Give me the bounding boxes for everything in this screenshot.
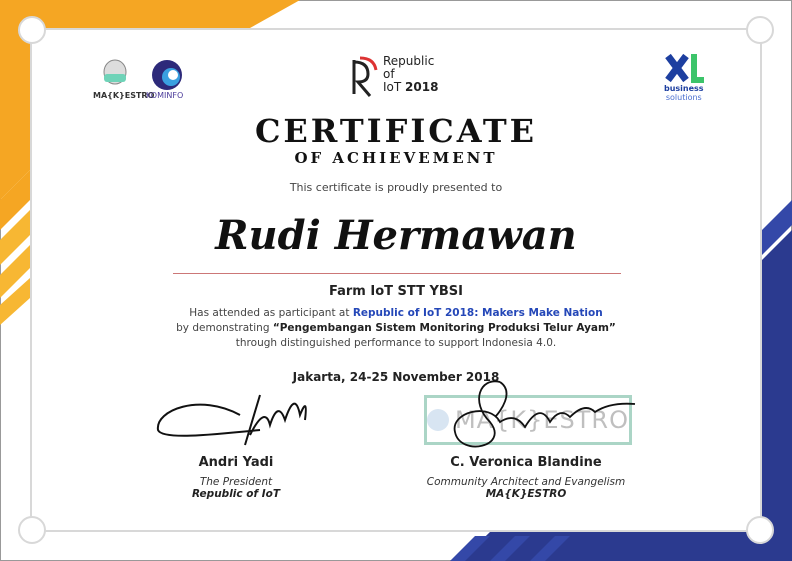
signature-veronica-blandine — [453, 380, 636, 448]
certificate-subtitle: OF ACHIEVEMENT — [294, 149, 498, 167]
corner-notch — [18, 516, 46, 544]
project-title: “Pengembangan Sistem Monitoring Produksi… — [272, 322, 616, 334]
logo-word: business — [664, 84, 704, 93]
description-text: Has attended as participant at — [189, 307, 353, 319]
republic-of-iot-logo-text: Republic of IoT 2018 — [383, 55, 438, 94]
logo-year: 2018 — [405, 80, 439, 94]
xl-logo-icon — [665, 53, 704, 83]
xl-logo-text: business solutions — [664, 84, 704, 102]
kominfo-logo-text: KOMINFO — [146, 91, 184, 100]
logo-word: IoT — [383, 80, 402, 94]
description-text: through distinguished performance to sup… — [235, 337, 557, 349]
signature-andri-yadi — [156, 394, 307, 446]
corner-notch — [18, 16, 46, 44]
republic-of-iot-logo-icon — [352, 56, 378, 97]
event-name: Republic of IoT 2018: Makers Make Nation — [352, 307, 603, 319]
certificate-title: CERTIFICATE — [254, 112, 538, 150]
signatory-organization: Republic of IoT — [192, 488, 280, 500]
name-underline — [173, 273, 621, 274]
signatory-1: Andri Yadi The President Republic of IoT — [136, 455, 336, 500]
team-name: Farm IoT STT YBSI — [329, 284, 463, 299]
kominfo-logo-icon — [152, 60, 182, 90]
signatory-organization: MA{K}ESTRO — [485, 488, 567, 500]
description-text: by demonstrating — [176, 322, 273, 334]
signatory-name: C. Veronica Blandine — [450, 455, 602, 470]
certificate-date: Jakarta, 24-25 November 2018 — [292, 370, 500, 384]
signatory-role: Community Architect and Evangelism — [426, 476, 626, 488]
certificate-description: Has attended as participant at Republic … — [0, 306, 792, 351]
logo-word: solutions — [665, 93, 702, 102]
recipient-name: Rudi Hermawan — [215, 212, 577, 259]
makestro-logo-icon — [103, 59, 127, 85]
presented-to-text: This certificate is proudly presented to — [289, 181, 503, 194]
signatory-2: C. Veronica Blandine Community Architect… — [406, 455, 646, 500]
corner-notch — [746, 16, 774, 44]
corner-notch — [746, 516, 774, 544]
signatory-name: Andri Yadi — [198, 455, 274, 470]
signatory-role: The President — [199, 476, 273, 488]
